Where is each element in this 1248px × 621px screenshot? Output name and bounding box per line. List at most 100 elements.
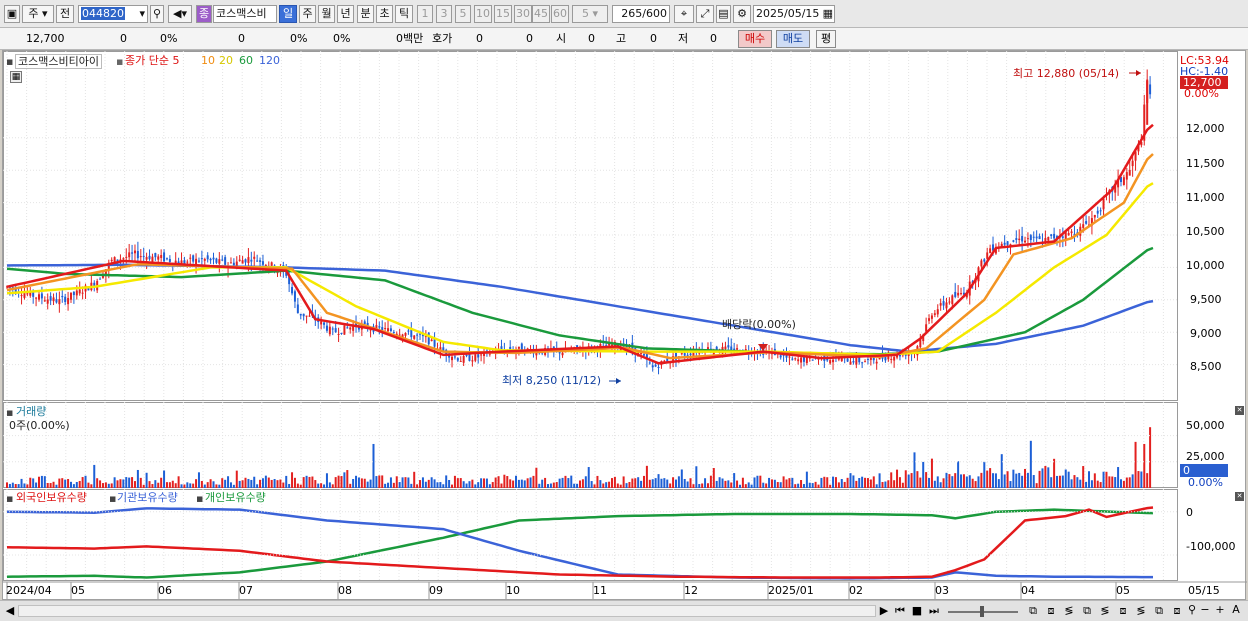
volume-bar: [866, 478, 869, 488]
legend-foreign: 외국인보유수량: [16, 491, 87, 504]
candle: [945, 302, 948, 309]
panel-icon[interactable]: ⧈: [1044, 604, 1058, 618]
zoom-in-icon[interactable]: +: [1214, 603, 1226, 617]
speaker-icon[interactable]: ◀▾: [168, 5, 192, 23]
volume-bar: [26, 484, 29, 488]
interval-3[interactable]: 3: [436, 5, 452, 23]
sell-button[interactable]: 매도: [776, 30, 810, 48]
volume-bar: [401, 477, 404, 488]
close-icon[interactable]: ✕: [1235, 492, 1244, 501]
market-select[interactable]: 주 ▾: [22, 5, 54, 23]
candle: [1050, 234, 1053, 236]
volume-bar: [1070, 479, 1073, 488]
interval-10[interactable]: 10: [474, 5, 492, 23]
volume-bar: [529, 477, 532, 488]
volume-bar: [40, 475, 43, 488]
period-week[interactable]: 주: [299, 5, 316, 23]
period-month[interactable]: 월: [318, 5, 335, 23]
zoom-out-icon[interactable]: −: [1199, 603, 1211, 617]
zoom-search-icon[interactable]: ⚲: [1186, 603, 1198, 617]
interval-30[interactable]: 30: [514, 5, 532, 23]
grid-icon[interactable]: ⧉: [1152, 604, 1166, 618]
save-icon[interactable]: ▤: [716, 5, 731, 23]
candle: [928, 318, 931, 321]
volume-bar: [366, 481, 369, 488]
volume-bar: [843, 481, 846, 488]
period-tick[interactable]: 틱: [395, 5, 413, 23]
interval-select-value: 5: [581, 7, 589, 20]
volume-bar: [328, 482, 331, 488]
volume-bar: [765, 483, 768, 488]
volume-bar: [736, 480, 739, 488]
volume-bar: [337, 475, 340, 488]
scroll-right-icon[interactable]: ▶: [878, 604, 890, 618]
overlay-icon[interactable]: ⧉: [1026, 604, 1040, 618]
volume-bar: [605, 482, 608, 488]
trendline-icon[interactable]: ⤢: [696, 5, 714, 23]
split-icon[interactable]: ≶: [1134, 604, 1148, 618]
legend-marker-3: ▪: [6, 406, 14, 419]
fibonacci-icon[interactable]: ≶: [1062, 604, 1076, 618]
date-input[interactable]: 2025/05/15 ▦: [753, 5, 835, 23]
x-tick-label: 02: [849, 584, 863, 597]
x-tick-label: 12: [684, 584, 698, 597]
zoom-slider-thumb[interactable]: [980, 606, 984, 617]
candle: [52, 297, 55, 302]
candle: [1035, 236, 1038, 239]
close-icon[interactable]: ✕: [1235, 406, 1244, 415]
period-year[interactable]: 년: [337, 5, 354, 23]
volume-bar: [436, 482, 439, 488]
candle: [1128, 169, 1131, 176]
prev-button[interactable]: 전: [56, 5, 74, 23]
layout-icon[interactable]: ▣: [4, 5, 20, 23]
rewind-icon[interactable]: ⏮: [893, 604, 907, 618]
interval-45[interactable]: 45: [532, 5, 550, 23]
interval-5[interactable]: 5: [455, 5, 471, 23]
horizontal-scrollbar[interactable]: [18, 605, 876, 617]
buy-button[interactable]: 매수: [738, 30, 772, 48]
hoga-label: 호가: [432, 32, 453, 45]
volume-bar: [29, 477, 32, 488]
interval-select[interactable]: 5 ▾: [572, 5, 608, 23]
stock-name-field[interactable]: 코스맥스비: [213, 5, 277, 23]
stock-code-input[interactable]: 044820 ▾: [78, 5, 148, 23]
volume-bar: [1032, 475, 1035, 488]
x-tick-label: 07: [239, 584, 253, 597]
period-minute[interactable]: 분: [357, 5, 374, 23]
stop-icon[interactable]: ■: [910, 604, 924, 618]
volume-bar: [695, 466, 698, 488]
candle: [989, 248, 992, 254]
view-icon[interactable]: ⧈: [1170, 604, 1184, 618]
search-icon[interactable]: ⚲: [150, 5, 164, 23]
measure-icon[interactable]: ≶: [1098, 604, 1112, 618]
candle: [250, 259, 253, 262]
font-size-icon[interactable]: A: [1230, 603, 1242, 617]
eval-button[interactable]: 평: [816, 30, 836, 48]
volume-bar: [227, 476, 230, 488]
volume-bar: [898, 477, 901, 488]
interval-15[interactable]: 15: [494, 5, 512, 23]
candle: [846, 358, 849, 362]
volume-bar: [84, 475, 87, 488]
volume-bar: [206, 482, 209, 488]
fast-forward-icon[interactable]: ⏭: [927, 604, 941, 618]
volume-bar: [660, 478, 663, 488]
period-second[interactable]: 초: [376, 5, 393, 23]
volume-bar: [293, 477, 296, 488]
date-value: 2025/05/15: [756, 7, 820, 20]
draw-icon[interactable]: ⧈: [1116, 604, 1130, 618]
volume-bar: [733, 473, 736, 488]
period-day[interactable]: 일: [279, 5, 297, 23]
interval-1[interactable]: 1: [417, 5, 433, 23]
interval-60[interactable]: 60: [551, 5, 569, 23]
gear-icon[interactable]: ⚙: [733, 5, 751, 23]
volume-bar: [427, 479, 430, 488]
compare-icon[interactable]: ⧉: [1080, 604, 1094, 618]
scroll-left-icon[interactable]: ◀: [4, 604, 16, 618]
table-icon[interactable]: ▦: [10, 71, 22, 83]
count-input[interactable]: 265/600: [612, 5, 670, 23]
candle: [1018, 238, 1021, 241]
volume-bar: [573, 483, 576, 488]
crosshair-icon[interactable]: ⌖: [674, 5, 694, 23]
y-tick-label: 10,500: [1186, 225, 1225, 238]
